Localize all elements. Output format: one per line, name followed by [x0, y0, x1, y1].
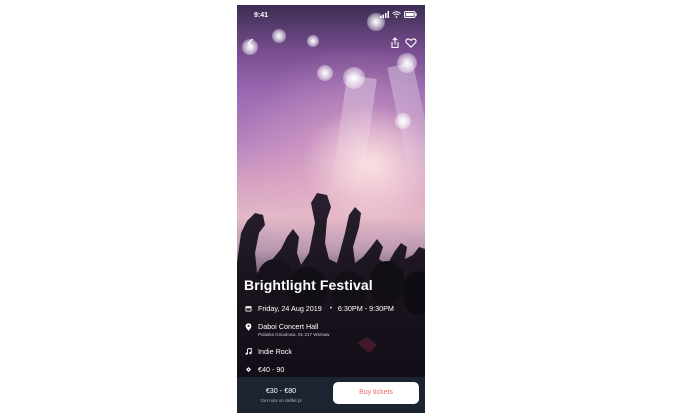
share-icon: [391, 37, 399, 49]
buy-tickets-button[interactable]: Buy tickets: [333, 382, 419, 404]
stage-light: [307, 35, 319, 47]
stage-light: [272, 29, 286, 43]
event-venue-row[interactable]: Daboi Concert Hall: [244, 322, 318, 331]
ticket-icon: [244, 366, 252, 374]
purchase-bar: €30 - €80 Get now on skillet.pl Buy tick…: [237, 377, 425, 413]
event-title: Brightlight Festival: [244, 277, 373, 293]
location-pin-icon: [244, 322, 252, 331]
event-date: Friday, 24 Aug 2019: [258, 304, 322, 313]
favorite-button[interactable]: [405, 36, 417, 48]
status-icons: [380, 11, 417, 18]
back-button[interactable]: [245, 36, 257, 48]
signal-icon: [380, 11, 389, 18]
status-time: 9:41: [254, 12, 269, 19]
back-icon: [247, 38, 253, 48]
event-price-row: €40 - 90: [244, 365, 284, 374]
calendar-icon: [244, 305, 252, 313]
event-genre-row: Indie Rock: [244, 347, 292, 356]
ticket-price-note: Get now on skillet.pl: [260, 398, 302, 403]
event-price-range: €40 - 90: [258, 365, 285, 374]
venue-address: Pulaska Gniadowa, 01-217 Warsaw: [258, 332, 330, 337]
event-genre: Indie Rock: [258, 347, 292, 356]
phone-screen: 9:41 Brightlight Festival Friday, 24 Aug…: [237, 5, 425, 413]
share-button[interactable]: [389, 36, 401, 49]
heart-icon: [405, 38, 417, 48]
wifi-icon: [392, 11, 401, 18]
stage-light: [317, 65, 333, 81]
event-time: 6:30PM - 9:30PM: [337, 304, 394, 313]
battery-icon: [404, 11, 417, 18]
venue-name: Daboi Concert Hall: [258, 322, 319, 331]
status-bar: 9:41: [237, 5, 425, 27]
music-note-icon: [244, 348, 252, 356]
event-date-row: Friday, 24 Aug 2019 • 6:30PM - 9:30PM: [244, 304, 394, 313]
separator-dot: •: [329, 305, 332, 312]
ticket-price: €30 - €80: [265, 386, 297, 395]
